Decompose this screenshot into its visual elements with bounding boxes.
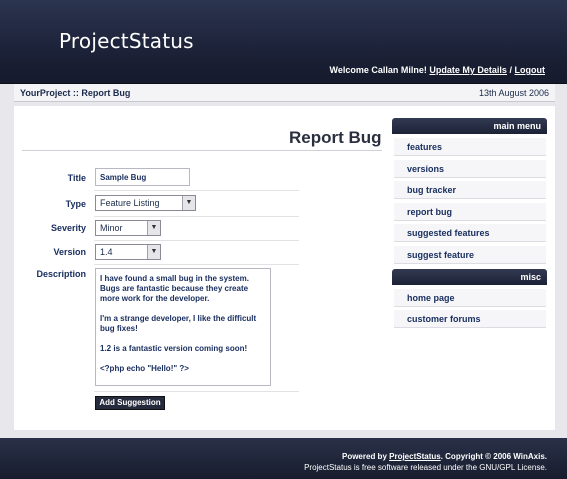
menu-item-customer-forums[interactable]: customer forums xyxy=(394,310,546,328)
menu-item-suggest-feature[interactable]: suggest feature xyxy=(394,246,546,264)
menu-item-home-page[interactable]: home page xyxy=(394,289,546,307)
menu-item-bug-tracker[interactable]: bug tracker xyxy=(394,181,546,199)
title-label: Title xyxy=(67,173,86,183)
row-divider xyxy=(94,264,299,265)
welcome-text: Welcome Callan Milne! xyxy=(329,65,427,75)
copyright-text: . Copyright © 2006 WinAxis. xyxy=(440,452,547,461)
chevron-down-icon: ▼ xyxy=(182,196,195,210)
type-label: Type xyxy=(65,199,86,209)
powered-by: Powered by ProjectStatus. Copyright © 20… xyxy=(342,452,547,461)
severity-selected-value: Minor xyxy=(100,223,123,233)
logout-link[interactable]: Logout xyxy=(515,65,546,75)
site-logo: ProjectStatus xyxy=(59,29,194,53)
menu-item-suggested-features[interactable]: suggested features xyxy=(394,224,546,242)
version-label: Version xyxy=(53,247,86,257)
version-select[interactable]: 1.4 ▼ xyxy=(95,244,161,260)
menu-item-report-bug[interactable]: report bug xyxy=(394,203,546,221)
projectstatus-link[interactable]: ProjectStatus xyxy=(389,452,441,461)
title-input[interactable]: Sample Bug xyxy=(95,168,190,186)
chevron-down-icon: ▼ xyxy=(147,221,160,235)
site-footer: Powered by ProjectStatus. Copyright © 20… xyxy=(0,438,567,479)
chevron-down-icon: ▼ xyxy=(147,245,160,259)
license-text: ProjectStatus is free software released … xyxy=(304,463,547,472)
menu-item-features[interactable]: features xyxy=(394,138,546,156)
type-select[interactable]: Feature Listing ▼ xyxy=(95,195,196,211)
row-divider xyxy=(94,240,299,241)
site-header: ProjectStatus Welcome Callan Milne! Upda… xyxy=(0,0,567,84)
user-welcome: Welcome Callan Milne! Update My Details … xyxy=(330,65,545,75)
add-suggestion-button[interactable]: Add Suggestion xyxy=(95,396,165,410)
breadcrumb: YourProject :: Report Bug xyxy=(20,88,131,98)
breadcrumb-bar: YourProject :: Report Bug 13th August 20… xyxy=(14,84,555,102)
powered-by-text: Powered by xyxy=(341,452,387,461)
severity-select[interactable]: Minor ▼ xyxy=(95,220,161,236)
main-menu-heading: main menu xyxy=(392,118,547,134)
row-divider xyxy=(94,391,299,392)
description-label: Description xyxy=(36,269,86,279)
update-details-link[interactable]: Update My Details xyxy=(429,65,507,75)
menu-item-versions[interactable]: versions xyxy=(394,160,546,178)
misc-menu-heading: misc xyxy=(392,269,547,285)
severity-label: Severity xyxy=(50,223,86,233)
link-separator: / xyxy=(509,65,512,75)
row-divider xyxy=(94,216,299,217)
current-date: 13th August 2006 xyxy=(478,88,549,98)
description-textarea[interactable]: I have found a small bug in the system. … xyxy=(95,268,271,386)
main-content: Report Bug Title Sample Bug Type Feature… xyxy=(14,106,555,430)
page-title: Report Bug xyxy=(289,128,382,147)
row-divider xyxy=(94,190,299,191)
type-selected-value: Feature Listing xyxy=(100,198,160,208)
title-divider xyxy=(22,150,382,151)
version-selected-value: 1.4 xyxy=(100,247,113,257)
